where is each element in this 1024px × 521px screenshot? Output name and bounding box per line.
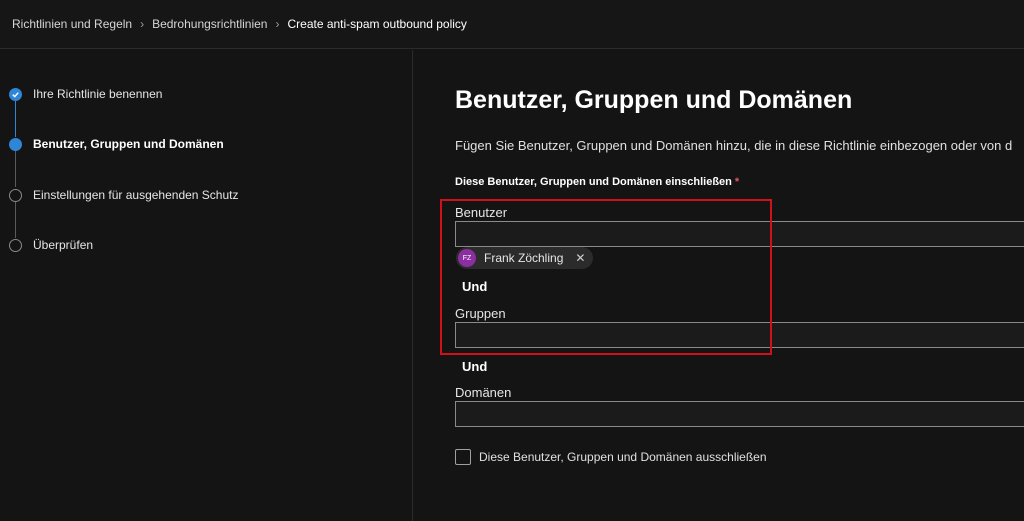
step-label: Benutzer, Gruppen und Domänen [33,137,224,151]
users-input[interactable] [455,221,1024,247]
include-label-text: Diese Benutzer, Gruppen und Domänen eins… [455,176,732,188]
breadcrumb-item-policies[interactable]: Richtlinien und Regeln [12,17,132,31]
groups-label: Gruppen [455,306,506,321]
include-section-label: Diese Benutzer, Gruppen und Domänen eins… [455,176,739,188]
and-label: Und [462,359,488,374]
step-name-policy[interactable]: Ihre Richtlinie benennen [9,87,162,101]
exclude-checkbox-label: Diese Benutzer, Gruppen und Domänen auss… [479,450,767,464]
chevron-right-icon: › [140,17,145,31]
exclude-checkbox-row[interactable]: Diese Benutzer, Gruppen und Domänen auss… [455,449,767,465]
step-label: Einstellungen für ausgehenden Schutz [33,188,239,202]
close-icon[interactable]: ✕ [575,251,585,265]
users-label: Benutzer [455,205,508,220]
chevron-right-icon: › [275,17,280,31]
breadcrumb-item-current: Create anti-spam outbound policy [287,17,467,31]
page-description: Fügen Sie Benutzer, Gruppen und Domänen … [455,138,1013,153]
required-mark: * [734,176,740,188]
current-step-icon [9,137,22,151]
step-users-groups-domains[interactable]: Benutzer, Gruppen und Domänen [9,137,224,151]
avatar: FZ [458,249,476,267]
page-title: Benutzer, Gruppen und Domänen [455,86,853,114]
breadcrumb: Richtlinien und Regeln › Bedrohungsricht… [0,0,1024,49]
breadcrumb-item-threat-policies[interactable]: Bedrohungsrichtlinien [152,17,267,31]
pending-step-icon [9,238,22,252]
step-outbound-protection-settings[interactable]: Einstellungen für ausgehenden Schutz [9,188,238,202]
step-connector [15,151,16,187]
main-content: Benutzer, Gruppen und Domänen Fügen Sie … [455,50,1024,521]
exclude-checkbox[interactable] [455,449,471,465]
and-label: Und [462,279,488,294]
step-label: Überprüfen [33,238,94,252]
step-connector [15,202,16,238]
user-chip: FZ Frank Zöchling ✕ [456,247,594,269]
pending-step-icon [9,188,22,202]
step-label: Ihre Richtlinie benennen [33,87,163,101]
wizard-steps-pane: Ihre Richtlinie benennen Benutzer, Grupp… [0,50,413,521]
step-connector [15,101,16,137]
check-icon [9,87,22,101]
domains-label: Domänen [455,385,512,400]
user-chip-name: Frank Zöchling [484,251,564,265]
step-review[interactable]: Überprüfen [9,238,93,252]
domains-input[interactable] [455,401,1024,427]
groups-input[interactable] [455,322,1024,348]
